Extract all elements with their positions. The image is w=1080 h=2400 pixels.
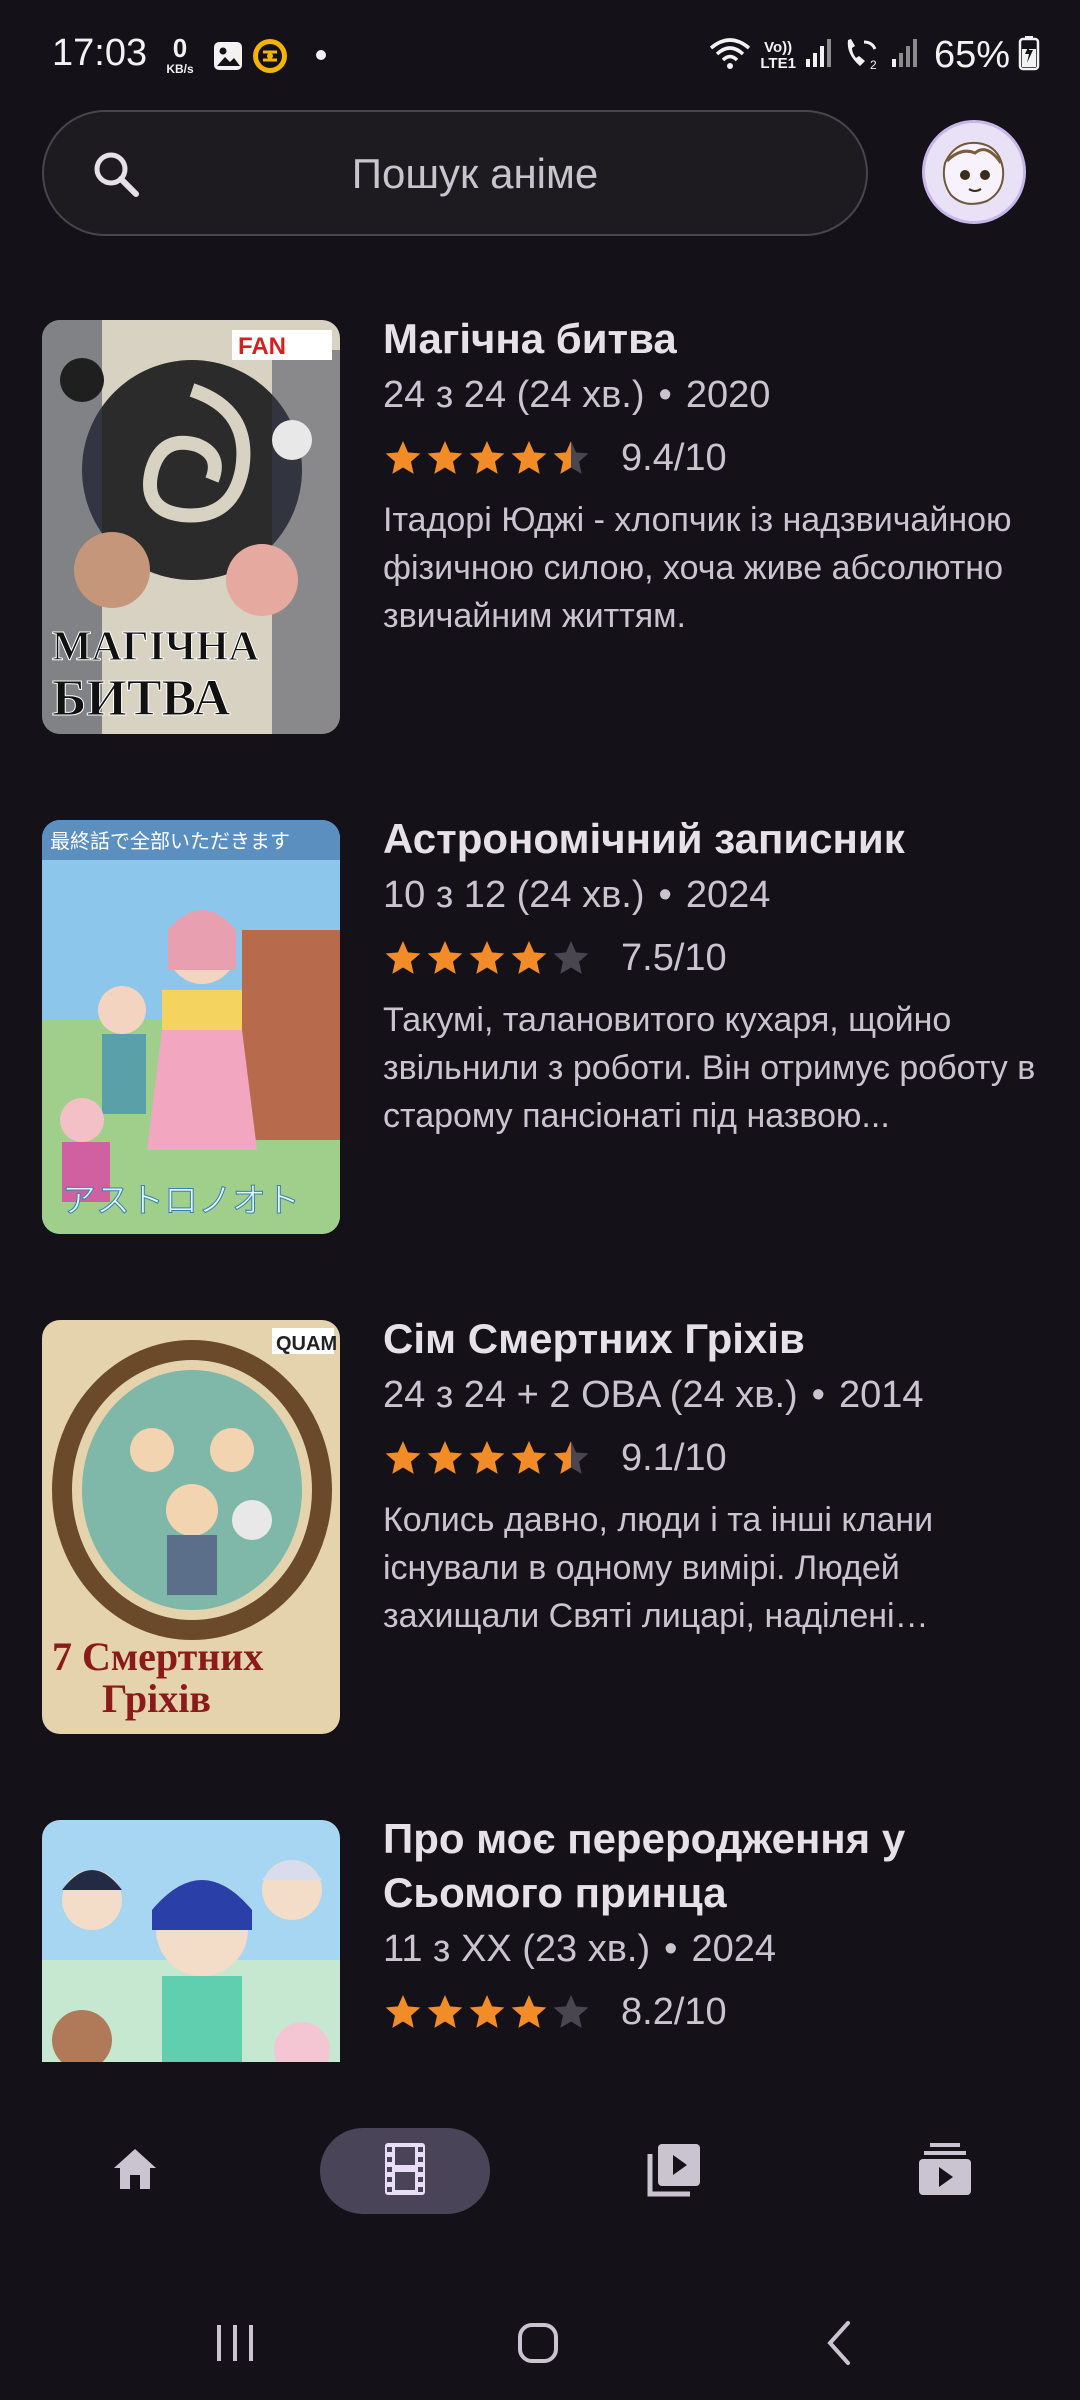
anime-title: Про моє переродження у Сьомого принца [383,1815,906,1916]
video-library-icon [646,2140,704,2203]
battery-charging-icon [1018,35,1040,76]
wifi-icon [708,36,752,75]
poster-image: QUAM 7 Смертних Гріхів [42,1320,340,1734]
poster-badge: FAN [238,333,286,360]
episodes: 24 з 24 (24 хв.) [383,374,645,416]
rating-value: 8.2/10 [621,1990,727,2033]
star-full-icon [469,1441,505,1474]
poster-image: FAN МАГІЧНА БИТВА [42,320,340,734]
recents-button[interactable] [195,2310,275,2380]
battery-percent: 65% [933,34,1010,76]
poster-title-line1: 7 Смертних [52,1634,263,1679]
anime-description: Колись давно, люди і та інші клани існув… [383,1501,934,1635]
signal-2-icon [890,37,920,74]
star-full-icon [385,1995,421,2028]
list-item[interactable]: Про моє переродження у Сьомого принца 11… [0,1800,1080,2062]
back-icon [820,2319,860,2372]
back-button[interactable] [800,2310,880,2380]
star-full-icon [511,941,547,974]
system-navigation-bar [0,2290,1080,2400]
search-placeholder: Пошук аніме [351,150,599,197]
rating-value: 7.5/10 [621,936,727,979]
nav-home[interactable] [50,2128,220,2214]
volte-indicator: Vo)) LTE1 [760,38,796,72]
star-full-icon [385,1441,421,1474]
more-notifications-dot [316,50,326,60]
anime-list[interactable]: FAN МАГІЧНА БИТВА Магічна битва 24 з 24 … [0,300,1080,2062]
svg-text:2: 2 [870,58,877,70]
app-notification-icon [252,38,288,79]
year: 2020 [685,374,771,416]
anime-meta: 24 з 24 + 2 OBA (24 хв.) • 2014 [383,1374,924,1416]
poster-image [42,1820,340,2062]
nav-subscriptions[interactable] [860,2128,1030,2214]
anime-title: Сім Смертних Гріхів [383,1315,805,1362]
poster-title-line2: Гріхів [102,1676,211,1721]
star-full-icon [469,441,505,474]
subscriptions-icon [916,2140,974,2203]
year: 2024 [691,1928,776,1970]
poster-title-line1: МАГІЧНА [52,624,260,670]
star-full-icon [427,441,463,474]
list-item[interactable]: QUAM 7 Смертних Гріхів Сім Смертних Гріх… [0,1300,1080,1734]
status-time: 17:03 [52,32,148,74]
poster-logo: アストロノオト [62,1181,300,1221]
anime-meta: 24 з 24 (24 хв.) • 2020 [383,374,771,416]
anime-meta: 10 з 12 (24 хв.) • 2024 [383,874,771,916]
search-bar[interactable]: Пошук аніме [42,110,868,236]
status-icons: Vo)) LTE1 2 65% [708,34,1040,77]
poster-badge: QUAM [276,1333,337,1355]
anime-title: Магічна битва [383,315,677,362]
bottom-navigation [0,2092,1080,2252]
list-item[interactable]: 最終話で全部いただきます アストロノオト Астрономічний запис… [0,800,1080,1234]
star-rating [383,938,591,978]
network-speed: 0 KB/s [166,33,194,76]
poster-title-line2: БИТВА [52,670,231,727]
star-full-icon [427,941,463,974]
episodes: 11 з XX (23 хв.) [383,1928,651,1970]
anime-title: Астрономічний записник [383,815,905,862]
star-full-icon [511,441,547,474]
star-full-icon [427,1441,463,1474]
list-item[interactable]: FAN МАГІЧНА БИТВА Магічна битва 24 з 24 … [0,300,1080,734]
status-bar: 17:03 0 KB/s Vo)) LTE1 2 65% [0,0,1080,110]
profile-avatar[interactable] [922,120,1026,224]
star-empty-icon [553,941,589,974]
star-rating [383,438,591,478]
star-full-icon [427,1995,463,2028]
poster-tagline: 最終話で全部いただきます [50,829,290,853]
home-button[interactable] [498,2310,578,2380]
star-half-icon [553,1441,589,1474]
year: 2014 [838,1374,924,1416]
poster-image: 最終話で全部いただきます アストロノオト [42,820,340,1234]
recents-icon [213,2323,257,2368]
anime-description: Такумі, талановитого кухаря, щойно звіль… [383,1001,1036,1135]
star-full-icon [511,1441,547,1474]
episodes: 10 з 12 (24 хв.) [383,874,645,916]
star-full-icon [511,1995,547,2028]
year: 2024 [685,874,771,916]
rating-value: 9.1/10 [621,1436,727,1479]
star-rating [383,1992,591,2032]
gallery-notification-icon [212,40,244,77]
star-full-icon [469,1995,505,2028]
home-icon [108,2142,162,2201]
nav-anime[interactable] [320,2128,490,2214]
star-rating [383,1438,591,1478]
nav-video-library[interactable] [590,2128,760,2214]
film-icon [381,2141,429,2202]
star-empty-icon [553,1995,589,2028]
star-half-icon [553,441,589,474]
wifi-calling-icon: 2 [842,36,882,75]
star-full-icon [469,941,505,974]
star-full-icon [385,941,421,974]
rating-value: 9.4/10 [621,436,727,479]
signal-icon [804,37,834,74]
anime-description: Ітадорі Юджі - хлопчик із надзвичайною ф… [383,501,1012,635]
anime-meta: 11 з XX (23 хв.) • 2024 [383,1928,776,1970]
episodes: 24 з 24 + 2 OBA (24 хв.) [383,1374,798,1416]
star-full-icon [385,441,421,474]
home-circle-icon [516,2321,560,2370]
